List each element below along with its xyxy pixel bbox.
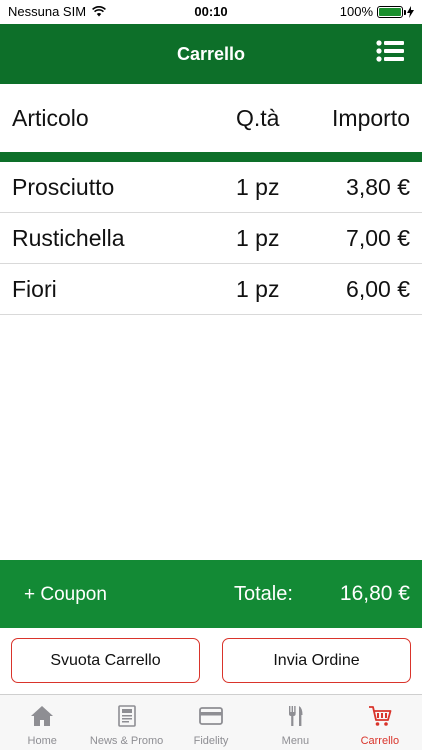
item-quantity: 1 pz bbox=[236, 275, 280, 302]
tab-home[interactable]: Home bbox=[0, 695, 84, 750]
tab-bar: Home News & Promo Fidelity Menu Carrello bbox=[0, 694, 422, 750]
item-amount: 6,00 € bbox=[346, 275, 410, 302]
coupon-button[interactable]: + Coupon bbox=[24, 584, 107, 606]
cutlery-icon bbox=[289, 706, 303, 726]
item-name: Rustichella bbox=[12, 224, 125, 251]
status-right: 100% bbox=[340, 4, 414, 19]
nav-bar: Carrello bbox=[0, 24, 422, 84]
cart-list: Prosciutto 1 pz 3,80 € Rustichella 1 pz … bbox=[0, 162, 422, 315]
tab-fidelity[interactable]: Fidelity bbox=[169, 695, 253, 750]
item-amount: 7,00 € bbox=[346, 224, 410, 251]
tab-label: Fidelity bbox=[193, 735, 229, 747]
home-icon bbox=[31, 706, 54, 726]
tab-label: Home bbox=[27, 735, 57, 747]
header-divider bbox=[0, 152, 422, 162]
cart-icon bbox=[368, 706, 392, 726]
total-value: 16,80 € bbox=[339, 582, 410, 605]
tab-label: News & Promo bbox=[89, 735, 164, 747]
empty-cart-button[interactable]: Svuota Carrello bbox=[11, 638, 200, 683]
total-footer: + Coupon Totale: 16,80 € bbox=[0, 560, 422, 628]
list-menu-icon[interactable] bbox=[376, 40, 404, 62]
tab-menu[interactable]: Menu bbox=[253, 695, 337, 750]
tab-news-promo[interactable]: News & Promo bbox=[84, 695, 168, 750]
tab-cart[interactable]: Carrello bbox=[338, 695, 422, 750]
battery-icon bbox=[377, 5, 406, 18]
item-name: Fiori bbox=[12, 275, 57, 302]
status-bar: Nessuna SIM 00:10 100% bbox=[0, 0, 422, 24]
battery-percent: 100% bbox=[339, 4, 373, 19]
header-quantity: Q.tà bbox=[236, 104, 280, 131]
header-article: Articolo bbox=[12, 104, 89, 131]
cart-table-header: Articolo Q.tà Importo bbox=[0, 84, 422, 152]
cart-row[interactable]: Fiori 1 pz 6,00 € bbox=[0, 264, 422, 315]
item-amount: 3,80 € bbox=[346, 173, 410, 200]
cart-actions: Svuota Carrello Invia Ordine bbox=[0, 628, 422, 694]
card-icon bbox=[199, 707, 223, 725]
news-icon bbox=[117, 705, 136, 727]
item-quantity: 1 pz bbox=[236, 173, 280, 200]
cart-row[interactable]: Prosciutto 1 pz 3,80 € bbox=[0, 162, 422, 213]
charging-icon bbox=[407, 5, 414, 18]
item-name: Prosciutto bbox=[12, 173, 115, 200]
page-title: Carrello bbox=[176, 43, 246, 64]
send-order-button[interactable]: Invia Ordine bbox=[222, 638, 411, 683]
item-quantity: 1 pz bbox=[236, 224, 280, 251]
header-amount: Importo bbox=[332, 104, 410, 131]
total-label: Totale: bbox=[234, 583, 293, 605]
cart-row[interactable]: Rustichella 1 pz 7,00 € bbox=[0, 213, 422, 264]
tab-label: Menu bbox=[281, 735, 310, 747]
tab-label: Carrello bbox=[360, 735, 400, 747]
